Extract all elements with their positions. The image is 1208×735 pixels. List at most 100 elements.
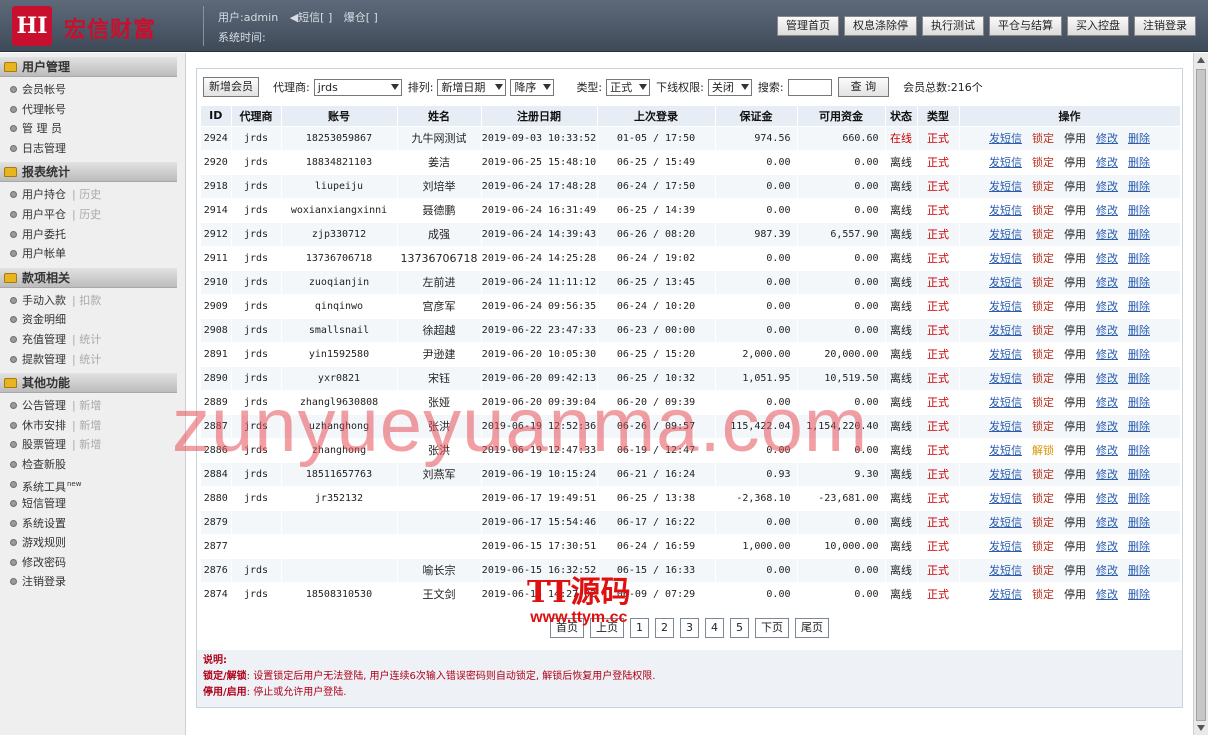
lock-toggle-link[interactable]: 锁定 xyxy=(1032,178,1054,194)
delete-link[interactable]: 删除 xyxy=(1128,538,1150,554)
sidebar-sub-link[interactable]: | 新增 xyxy=(72,419,101,432)
send-sms-link[interactable]: 发短信 xyxy=(989,586,1022,602)
delete-link[interactable]: 删除 xyxy=(1128,346,1150,362)
sms-status[interactable]: ◀短信[ ] xyxy=(290,11,333,24)
lock-toggle-link[interactable]: 锁定 xyxy=(1032,514,1054,530)
disable-link[interactable]: 停用 xyxy=(1064,562,1086,578)
disable-link[interactable]: 停用 xyxy=(1064,370,1086,386)
sidebar-sub-link[interactable]: | 扣款 xyxy=(72,294,101,307)
edit-link[interactable]: 修改 xyxy=(1096,538,1118,554)
sidebar-section-header[interactable]: 用户管理 xyxy=(0,57,177,77)
delete-link[interactable]: 删除 xyxy=(1128,226,1150,242)
sidebar-item[interactable]: 用户帐单 xyxy=(8,244,185,264)
sidebar-item[interactable]: 会员帐号 xyxy=(8,80,185,100)
delete-link[interactable]: 删除 xyxy=(1128,394,1150,410)
lock-toggle-link[interactable]: 锁定 xyxy=(1032,418,1054,434)
delete-link[interactable]: 删除 xyxy=(1128,250,1150,266)
perm-select[interactable]: 关闭 xyxy=(707,78,752,96)
lock-toggle-link[interactable]: 锁定 xyxy=(1032,130,1054,146)
scroll-down-icon[interactable] xyxy=(1197,725,1205,731)
send-sms-link[interactable]: 发短信 xyxy=(989,418,1022,434)
edit-link[interactable]: 修改 xyxy=(1096,466,1118,482)
edit-link[interactable]: 修改 xyxy=(1096,586,1118,602)
disable-link[interactable]: 停用 xyxy=(1064,586,1086,602)
sidebar-section-header[interactable]: 款项相关 xyxy=(0,267,177,288)
edit-link[interactable]: 修改 xyxy=(1096,442,1118,458)
delete-link[interactable]: 删除 xyxy=(1128,202,1150,218)
disable-link[interactable]: 停用 xyxy=(1064,250,1086,266)
nav-logout-button[interactable]: 注销登录 xyxy=(1134,16,1196,36)
send-sms-link[interactable]: 发短信 xyxy=(989,514,1022,530)
order-select[interactable]: 降序 xyxy=(510,78,555,96)
add-member-button[interactable]: 新增会员 xyxy=(203,77,259,97)
edit-link[interactable]: 修改 xyxy=(1096,394,1118,410)
delete-link[interactable]: 删除 xyxy=(1128,298,1150,314)
lock-toggle-link[interactable]: 锁定 xyxy=(1032,250,1054,266)
edit-link[interactable]: 修改 xyxy=(1096,250,1118,266)
disable-link[interactable]: 停用 xyxy=(1064,298,1086,314)
nav-control-button[interactable]: 买入控盘 xyxy=(1067,16,1129,36)
sidebar-item[interactable]: 休市安排 | 新增 xyxy=(8,416,185,436)
send-sms-link[interactable]: 发短信 xyxy=(989,322,1022,338)
sidebar-item[interactable]: 股票管理 | 新增 xyxy=(8,435,185,455)
send-sms-link[interactable]: 发短信 xyxy=(989,370,1022,386)
sidebar-item[interactable]: 管 理 员 xyxy=(8,119,185,139)
send-sms-link[interactable]: 发短信 xyxy=(989,490,1022,506)
lock-toggle-link[interactable]: 锁定 xyxy=(1032,562,1054,578)
sidebar-sub-link[interactable]: | 统计 xyxy=(72,353,101,366)
send-sms-link[interactable]: 发短信 xyxy=(989,442,1022,458)
disable-link[interactable]: 停用 xyxy=(1064,154,1086,170)
delete-link[interactable]: 删除 xyxy=(1128,322,1150,338)
delete-link[interactable]: 删除 xyxy=(1128,130,1150,146)
scroll-up-icon[interactable] xyxy=(1197,57,1205,63)
lock-toggle-link[interactable]: 锁定 xyxy=(1032,346,1054,362)
nav-home-button[interactable]: 管理首页 xyxy=(777,16,839,36)
query-button[interactable]: 查 询 xyxy=(837,77,890,97)
disable-link[interactable]: 停用 xyxy=(1064,394,1086,410)
sidebar-item[interactable]: 充值管理 | 统计 xyxy=(8,330,185,350)
page-last-button[interactable]: 尾页 xyxy=(795,618,829,638)
lock-toggle-link[interactable]: 锁定 xyxy=(1032,298,1054,314)
disable-link[interactable]: 停用 xyxy=(1064,130,1086,146)
sidebar-sub-link[interactable]: | 新增 xyxy=(72,399,101,412)
vertical-scrollbar[interactable] xyxy=(1193,53,1208,735)
send-sms-link[interactable]: 发短信 xyxy=(989,538,1022,554)
agent-select[interactable]: jrds xyxy=(313,78,402,96)
sidebar-item[interactable]: 公告管理 | 新增 xyxy=(8,396,185,416)
edit-link[interactable]: 修改 xyxy=(1096,346,1118,362)
lock-toggle-link[interactable]: 锁定 xyxy=(1032,466,1054,482)
delete-link[interactable]: 删除 xyxy=(1128,442,1150,458)
lock-toggle-link[interactable]: 锁定 xyxy=(1032,370,1054,386)
lock-toggle-link[interactable]: 锁定 xyxy=(1032,586,1054,602)
nav-settle-button[interactable]: 平仓与结算 xyxy=(989,16,1062,36)
sidebar-item[interactable]: 用户持仓 | 历史 xyxy=(8,185,185,205)
disable-link[interactable]: 停用 xyxy=(1064,226,1086,242)
sidebar-item[interactable]: 提款管理 | 统计 xyxy=(8,350,185,370)
delete-link[interactable]: 删除 xyxy=(1128,418,1150,434)
disable-link[interactable]: 停用 xyxy=(1064,178,1086,194)
lock-toggle-link[interactable]: 解锁 xyxy=(1032,442,1054,458)
sidebar-item[interactable]: 修改密码 xyxy=(8,553,185,573)
sidebar-item[interactable]: 用户平仓 | 历史 xyxy=(8,205,185,225)
disable-link[interactable]: 停用 xyxy=(1064,418,1086,434)
disable-link[interactable]: 停用 xyxy=(1064,490,1086,506)
sidebar-sub-link[interactable]: | 历史 xyxy=(72,188,101,201)
sidebar-sub-link[interactable]: | 统计 xyxy=(72,333,101,346)
page-1-button[interactable]: 1 xyxy=(630,618,649,638)
disable-link[interactable]: 停用 xyxy=(1064,442,1086,458)
sidebar-section-header[interactable]: 报表统计 xyxy=(0,162,177,183)
disable-link[interactable]: 停用 xyxy=(1064,346,1086,362)
nav-test-button[interactable]: 执行测试 xyxy=(922,16,984,36)
type-select[interactable]: 正式 xyxy=(606,78,651,96)
send-sms-link[interactable]: 发短信 xyxy=(989,154,1022,170)
lock-toggle-link[interactable]: 锁定 xyxy=(1032,490,1054,506)
edit-link[interactable]: 修改 xyxy=(1096,298,1118,314)
lock-toggle-link[interactable]: 锁定 xyxy=(1032,202,1054,218)
delete-link[interactable]: 删除 xyxy=(1128,586,1150,602)
sidebar-item[interactable]: 游戏规则 xyxy=(8,533,185,553)
edit-link[interactable]: 修改 xyxy=(1096,370,1118,386)
lock-toggle-link[interactable]: 锁定 xyxy=(1032,394,1054,410)
send-sms-link[interactable]: 发短信 xyxy=(989,562,1022,578)
nav-rights-button[interactable]: 权息涤除停 xyxy=(844,16,917,36)
edit-link[interactable]: 修改 xyxy=(1096,274,1118,290)
